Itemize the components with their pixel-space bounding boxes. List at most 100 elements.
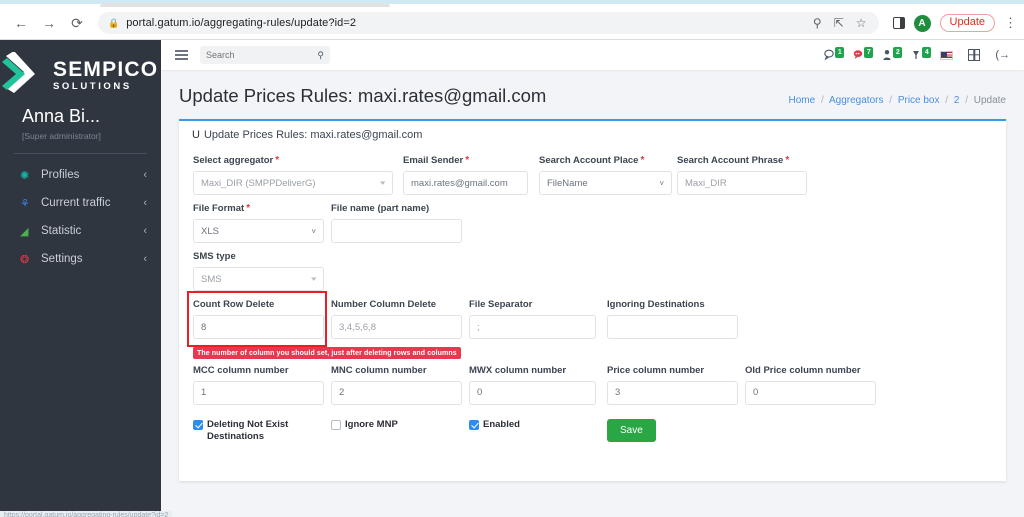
sidebar-item-statistic[interactable]: ◢ Statistic ‹: [0, 217, 161, 245]
sms-type-select[interactable]: SMS ▾: [193, 267, 324, 291]
number-column-delete-input[interactable]: 3,4,5,6,8: [331, 315, 462, 339]
ignoring-destinations-input[interactable]: [607, 315, 738, 339]
breadcrumb-separator: /: [820, 95, 824, 106]
bookmark-star-icon[interactable]: ☆: [856, 16, 867, 30]
label-text: Email Sender: [403, 155, 464, 166]
field-file-name-part: File name (part name): [331, 203, 462, 243]
label-text: Price column number: [607, 364, 705, 376]
lock-icon: 🔒: [108, 17, 120, 28]
search-icon[interactable]: ⚲: [317, 50, 324, 61]
chevron-down-icon: ˅: [311, 226, 316, 236]
address-bar-url: portal.gatum.io/aggregating-rules/update…: [126, 17, 357, 29]
form-row-5: MCC column number 1 MNC column number 2 …: [193, 365, 992, 405]
file-name-part-input[interactable]: [331, 219, 462, 243]
label-text: File Separator: [469, 299, 533, 310]
grid-icon[interactable]: [968, 49, 981, 61]
logout-icon[interactable]: (→: [995, 49, 1010, 61]
breadcrumb-item-home[interactable]: Home: [789, 95, 816, 106]
search-box[interactable]: ⚲: [200, 46, 330, 64]
share-icon[interactable]: ⇱: [834, 16, 844, 30]
address-bar[interactable]: 🔒 portal.gatum.io/aggregating-rules/upda…: [98, 12, 879, 34]
email-sender-input[interactable]: maxi.rates@gmail.com: [403, 171, 528, 195]
sidebar-item-label: Current traffic: [41, 197, 111, 209]
mwx-column-number-input[interactable]: 0: [469, 380, 596, 405]
browser-tab[interactable]: [100, 3, 390, 7]
search-input[interactable]: [206, 50, 318, 60]
breadcrumb-separator: /: [945, 95, 949, 106]
field-label: Select aggregator *: [193, 155, 403, 166]
breadcrumb-item-aggregators[interactable]: Aggregators: [829, 95, 883, 106]
sidebar-item-current-traffic[interactable]: ⚘ Current traffic ‹: [0, 189, 161, 217]
mnc-column-number-input[interactable]: 2: [331, 380, 462, 405]
field-search-account-place: Search Account Place * FileName ˅: [539, 155, 677, 195]
side-panel-icon[interactable]: [892, 17, 905, 29]
save-button[interactable]: Save: [607, 418, 656, 442]
chevron-left-icon: ‹: [143, 253, 147, 265]
file-format-select[interactable]: XLS ˅: [193, 219, 324, 243]
sidebar-item-settings[interactable]: ❂ Settings ‹: [0, 245, 161, 273]
badge-count: 7: [864, 47, 874, 58]
field-label: SMS type: [193, 251, 324, 262]
chevron-down-icon: ▾: [311, 276, 317, 283]
sempico-logo-icon: [2, 52, 35, 93]
field-file-separator: File Separator ;: [469, 299, 607, 339]
browser-menu-icon[interactable]: ⋮: [1004, 15, 1017, 31]
menu-toggle-icon[interactable]: [175, 50, 188, 60]
breadcrumb: Home / Aggregators / Price box / 2 / Upd…: [789, 85, 1007, 106]
old-price-column-number-input[interactable]: 0: [745, 380, 876, 405]
label-text: Count Row Delete: [193, 299, 275, 310]
sidebar-item-label: Statistic: [41, 225, 82, 237]
badge-count: 1: [835, 47, 845, 58]
checkbox-deleting-not-exist-destinations[interactable]: Deleting Not Exist Destinations: [193, 419, 331, 445]
search-account-place-select[interactable]: FileName ˅: [539, 171, 672, 195]
field-sms-type: SMS type SMS ▾: [193, 251, 324, 291]
search-account-phrase-input[interactable]: Maxi_DIR: [677, 171, 807, 195]
chrome-update-button[interactable]: Update: [939, 14, 995, 32]
field-value: 3: [615, 387, 621, 398]
reload-button[interactable]: ⟳: [64, 10, 90, 36]
back-button[interactable]: ←: [8, 10, 34, 36]
tasks-icon[interactable]: 4: [911, 47, 932, 61]
breadcrumb-item-current: Update: [973, 95, 1006, 106]
checkbox-box[interactable]: [331, 419, 341, 430]
profile-avatar[interactable]: A: [913, 14, 931, 32]
traffic-icon: ⚘: [20, 197, 30, 210]
label-text: File Format: [193, 203, 245, 214]
us-flag-icon[interactable]: [940, 50, 954, 60]
count-row-delete-input[interactable]: 8: [193, 315, 324, 339]
browser-chrome: ← → ⟳ 🔒 portal.gatum.io/aggregating-rule…: [0, 0, 1024, 40]
checkbox-box[interactable]: [469, 419, 479, 430]
browser-tabstrip: [0, 0, 1024, 7]
breadcrumb-item-price-box[interactable]: Price box: [898, 95, 940, 106]
page-zoom-icon[interactable]: ⚲: [813, 16, 822, 30]
select-aggregator-control[interactable]: Maxi_DIR (SMPPDeliverG) ▾: [193, 171, 393, 195]
price-column-number-input[interactable]: 3: [607, 380, 738, 405]
required-marker: *: [465, 155, 470, 166]
statistic-icon: ◢: [20, 225, 29, 238]
mcc-column-number-input[interactable]: 1: [193, 380, 324, 405]
checkbox-box[interactable]: [193, 419, 203, 430]
form-card: U Update Prices Rules: maxi.rates@gmail.…: [179, 119, 1006, 481]
label-text: MNC column number: [331, 364, 427, 376]
checkbox-ignore-mnp[interactable]: Ignore MNP: [331, 419, 469, 432]
brand-logo[interactable]: SEMPICO SOLUTIONS: [0, 40, 161, 96]
checkbox-enabled[interactable]: Enabled: [469, 419, 607, 432]
users-icon[interactable]: 2: [882, 47, 903, 61]
file-separator-input[interactable]: ;: [469, 315, 596, 339]
messages-icon[interactable]: 1: [824, 47, 845, 61]
user-role: [Super administrator]: [22, 131, 101, 141]
forward-button[interactable]: →: [36, 10, 62, 36]
field-label: Count Row Delete: [193, 299, 331, 310]
label-text: MWX column number: [469, 364, 567, 376]
card-header: U Update Prices Rules: maxi.rates@gmail.…: [179, 121, 1006, 147]
sidebar-item-profiles[interactable]: ✺ Profiles ‹: [0, 161, 161, 189]
field-label: MNC column number: [331, 365, 469, 376]
required-marker: *: [785, 155, 790, 166]
alerts-icon[interactable]: 7: [853, 47, 874, 61]
label-text: File name (part name): [331, 203, 430, 214]
required-marker: *: [246, 203, 251, 214]
chevron-left-icon: ‹: [143, 197, 147, 209]
field-value: Maxi_DIR: [685, 177, 727, 189]
breadcrumb-item-id[interactable]: 2: [954, 95, 960, 106]
form-row-1: Select aggregator * Maxi_DIR (SMPPDeliver…: [193, 155, 992, 195]
